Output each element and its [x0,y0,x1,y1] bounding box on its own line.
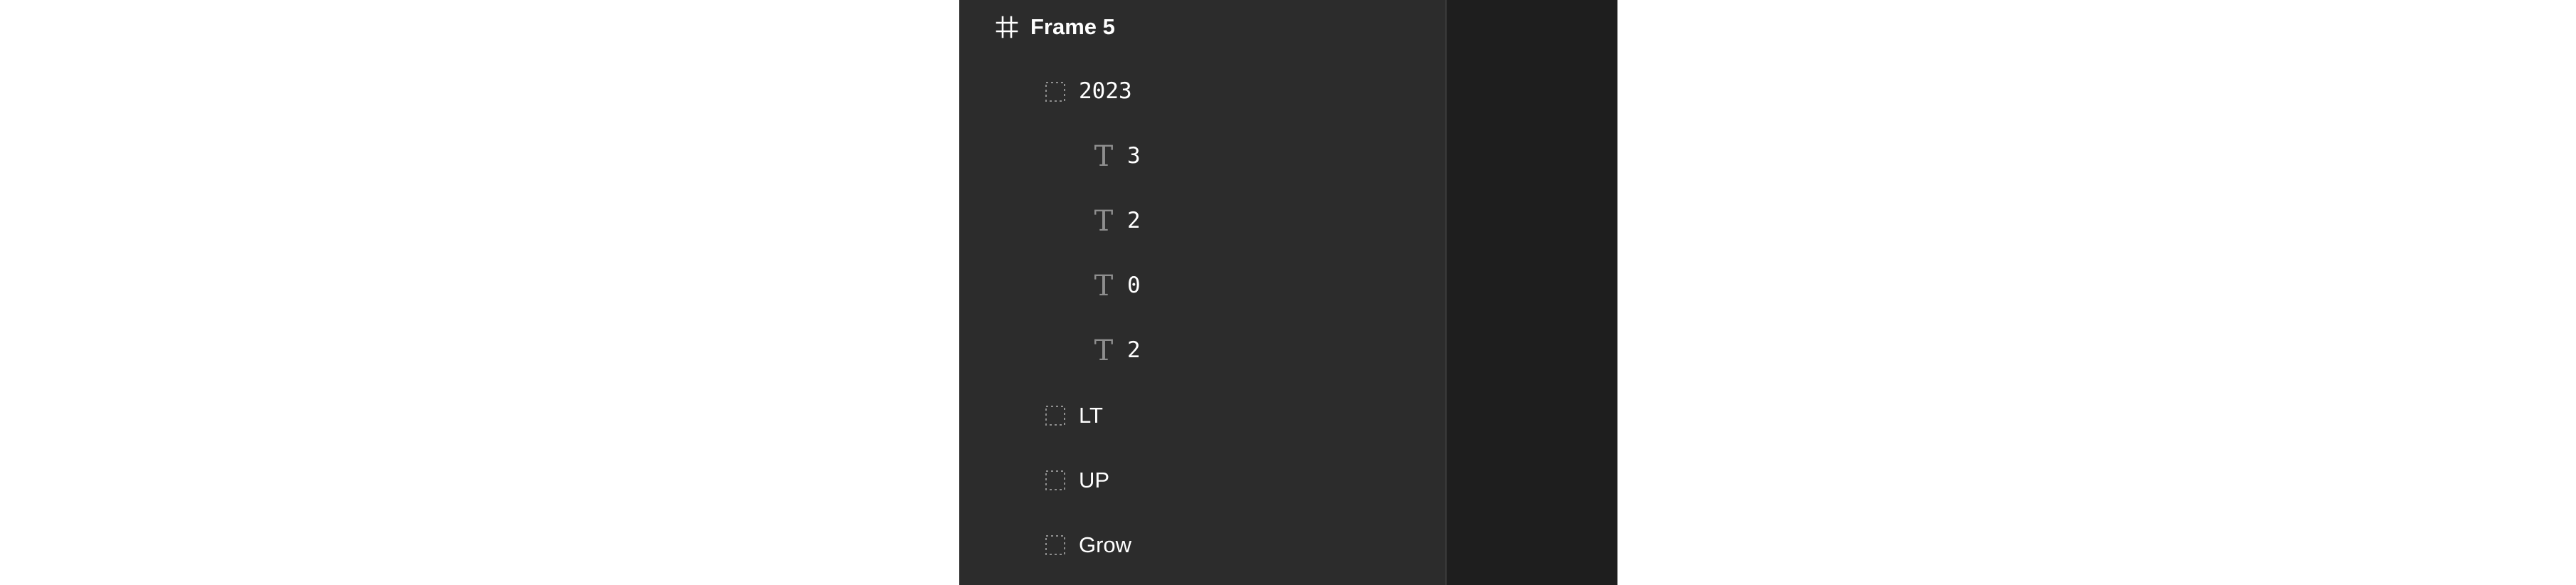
frame-icon [995,15,1019,39]
layer-label: Frame 5 [1030,14,1115,39]
layer-label: 3 [1127,143,1141,169]
layer-row-text-3[interactable]: T 3 [959,124,1445,189]
group-icon [1043,468,1067,492]
layer-row-text-0[interactable]: T 0 [959,253,1445,318]
group-icon [1043,533,1067,557]
layer-label: 2 [1127,208,1141,233]
layer-row-grow[interactable]: Grow [959,512,1445,577]
layer-label: Grow [1079,532,1132,557]
text-icon: T [1094,139,1114,173]
layer-row-text-2b[interactable]: T 2 [959,318,1445,383]
layer-row-up[interactable]: UP [959,448,1445,512]
group-icon [1043,404,1067,428]
layer-row-lt[interactable]: LT [959,383,1445,448]
text-icon: T [1094,334,1114,367]
group-icon [1043,80,1067,104]
layer-label: UP [1079,468,1110,492]
layer-row-text-2a[interactable]: T 2 [959,189,1445,253]
layer-row-frame-5[interactable]: Frame 5 [959,0,1445,59]
layer-label: 2023 [1079,78,1132,104]
layer-label: 0 [1127,273,1141,298]
layers-panel: Frame 5 2023 T 3 T 2 T 0 T 2 LT UP Grow [959,0,1445,585]
canvas-area[interactable] [1447,0,1617,585]
text-icon: T [1094,204,1114,238]
layer-row-2023[interactable]: 2023 [959,59,1445,124]
layer-label: 2 [1127,337,1141,363]
text-icon: T [1094,269,1114,302]
layer-label: LT [1079,403,1103,428]
